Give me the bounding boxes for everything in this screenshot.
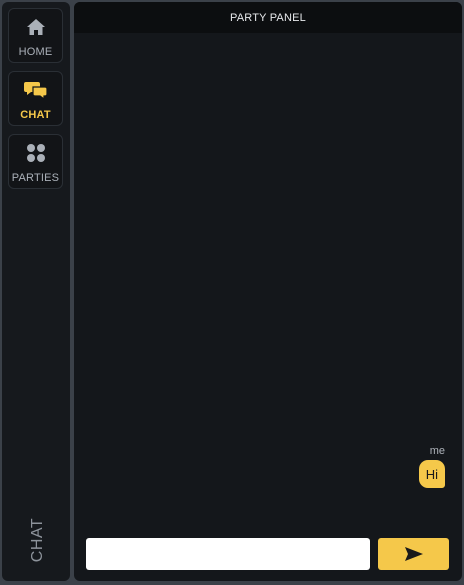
chat-icon [9,80,62,100]
party-panel: PARTY PANEL me Hi [74,2,462,581]
current-section-text: CHAT [29,517,46,563]
panel-title: PARTY PANEL [74,2,462,33]
sidebar-item-parties[interactable]: PARTIES [8,134,63,189]
message-bubble: Hi [418,460,445,488]
sidebar-item-label: HOME [18,46,53,58]
sidebar-item-chat[interactable]: CHAT [8,71,63,126]
message-input[interactable] [86,538,370,570]
send-icon [404,547,423,561]
current-section-label: CHAT [16,510,60,570]
sidebar-item-home[interactable]: HOME [8,8,63,63]
sidebar: HOME CHAT PARTIES CHAT [2,2,70,581]
sidebar-item-label: PARTIES [11,172,60,184]
message-author: me [429,445,445,457]
sidebar-item-label: CHAT [20,109,51,121]
send-button[interactable] [378,538,449,570]
home-icon [9,17,62,37]
grid-icon [9,143,62,163]
message-list[interactable]: me Hi [74,33,462,525]
